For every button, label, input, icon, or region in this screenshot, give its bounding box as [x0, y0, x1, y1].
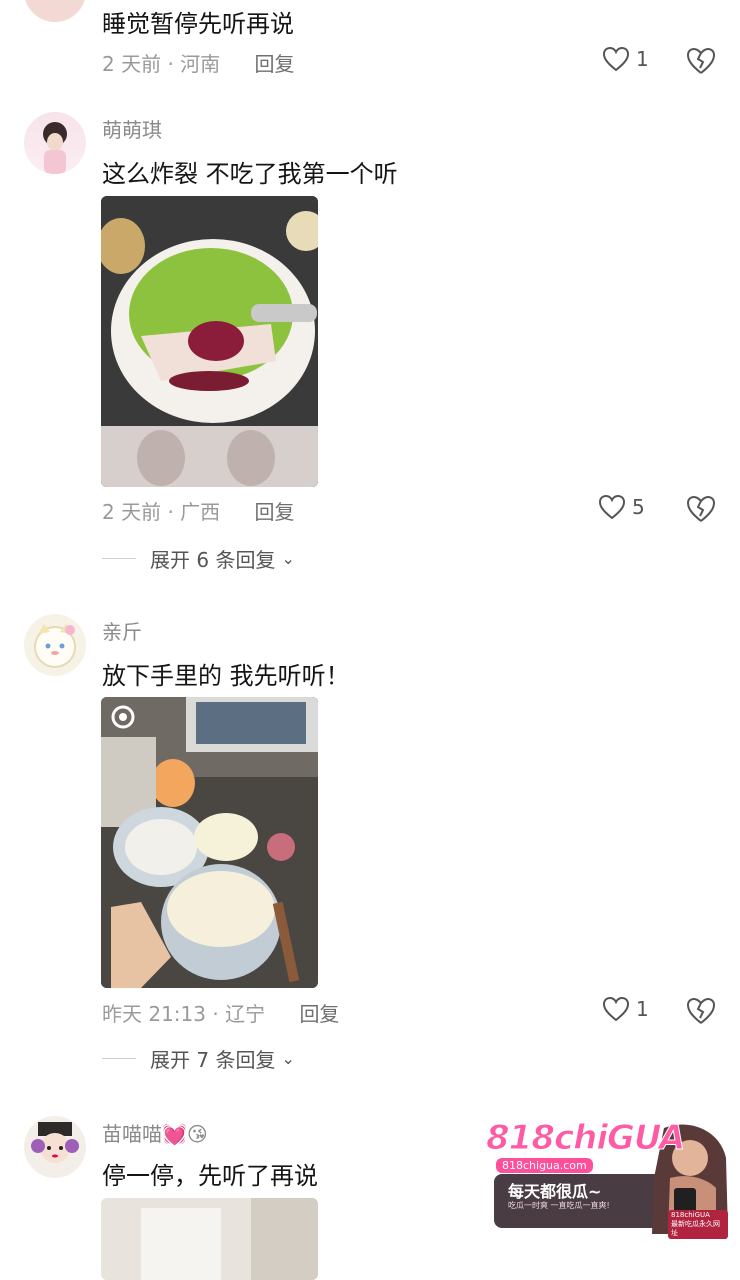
- comment-time: 昨天 21:13: [102, 1002, 206, 1026]
- broken-heart-icon[interactable]: [686, 996, 716, 1026]
- comment-image-partial[interactable]: [101, 1198, 318, 1280]
- username[interactable]: 萌萌琪: [102, 114, 162, 143]
- expand-label: 展开 6 条回复: [150, 548, 276, 572]
- like-count: 5: [632, 495, 645, 519]
- like-button[interactable]: 1: [602, 996, 649, 1022]
- comment-image-cake-tin[interactable]: [101, 697, 318, 988]
- username[interactable]: 苗喵喵💓😘: [102, 1118, 208, 1147]
- chevron-down-icon: ⌄: [281, 549, 295, 568]
- comment-text: 睡觉暂停先听再说: [102, 10, 294, 38]
- avatar-user-4[interactable]: [24, 1116, 86, 1178]
- comment-meta: 2 天前 · 河南 回复: [102, 52, 295, 76]
- like-count: 1: [636, 47, 649, 71]
- expand-replies-button[interactable]: 展开 7 条回复 ⌄: [102, 1044, 295, 1073]
- heart-icon: [598, 494, 626, 520]
- broken-heart-icon[interactable]: [686, 494, 716, 524]
- avatar-user-1[interactable]: [24, 0, 86, 22]
- avatar-user-3[interactable]: [24, 614, 86, 676]
- divider: [102, 1058, 136, 1059]
- comment-meta: 昨天 21:13 · 辽宁 回复: [102, 1002, 340, 1026]
- comment-text: 放下手里的 我先听听！: [102, 662, 350, 690]
- comment-time: 2 天前: [102, 500, 162, 524]
- like-count: 1: [636, 997, 649, 1021]
- ad-subtitle: 吃瓜一时爽 一直吃瓜一直爽!: [508, 1201, 610, 1210]
- like-button[interactable]: 1: [602, 46, 649, 72]
- comment-location: 广西: [180, 500, 221, 524]
- ad-brand-logo: 818chiGUA: [485, 1118, 685, 1159]
- expand-label: 展开 7 条回复: [150, 1048, 276, 1072]
- broken-heart-icon[interactable]: [686, 46, 716, 76]
- comment-image-cake-green[interactable]: [101, 196, 318, 487]
- chevron-down-icon: ⌄: [281, 1049, 295, 1068]
- comment-meta: 2 天前 · 广西 回复: [102, 500, 295, 524]
- ad-badge-subtitle: 最新吃瓜永久网址: [671, 1220, 720, 1237]
- heart-icon: [602, 996, 630, 1022]
- reply-button[interactable]: 回复: [255, 52, 295, 76]
- heart-icon: [602, 46, 630, 72]
- comment-location: 河南: [180, 52, 221, 76]
- ad-badge-title: 818chiGUA: [671, 1211, 710, 1219]
- expand-replies-button[interactable]: 展开 6 条回复 ⌄: [102, 544, 295, 573]
- avatar-user-2[interactable]: [24, 112, 86, 174]
- ad-slogan: 每天都很瓜~: [508, 1182, 602, 1201]
- comment-location: 辽宁: [225, 1002, 266, 1026]
- ad-badge: 818chiGUA 最新吃瓜永久网址: [668, 1210, 728, 1239]
- reply-button[interactable]: 回复: [299, 1002, 339, 1026]
- comment-text: 停一停，先听了再说: [102, 1162, 318, 1190]
- comment-text: 这么炸裂 不吃了我第一个听: [102, 160, 398, 188]
- divider: [102, 558, 136, 559]
- comment-time: 2 天前: [102, 52, 162, 76]
- username[interactable]: 亲斤: [102, 616, 142, 645]
- watermark-ad-banner[interactable]: 818chiGUA 818chigua.com 每天都很瓜~ 吃瓜一时爽 一直吃…: [484, 1118, 728, 1239]
- like-button[interactable]: 5: [598, 494, 645, 520]
- ad-url: 818chigua.com: [496, 1158, 593, 1173]
- reply-button[interactable]: 回复: [255, 500, 295, 524]
